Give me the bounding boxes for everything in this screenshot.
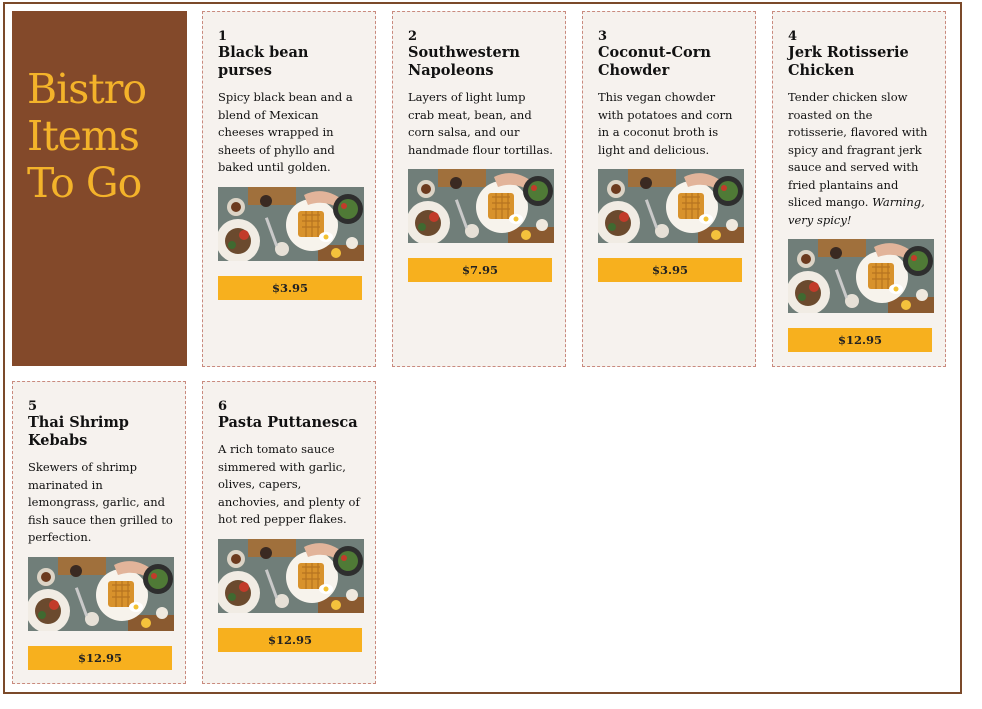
price-button[interactable]: $3.95	[218, 275, 362, 300]
item-description: Layers of light lump crab meat, bean, an…	[408, 89, 554, 159]
description-text: Spicy black bean and a blend of Mexican …	[218, 90, 353, 174]
price-button[interactable]: $12.95	[218, 627, 362, 652]
title-line: Bistro	[27, 65, 147, 113]
description-text: Layers of light lump crab meat, bean, an…	[408, 90, 553, 157]
description-text: This vegan chowder with potatoes and cor…	[598, 90, 733, 157]
hero-panel: Bistro Items To Go	[12, 11, 187, 366]
description-text: Skewers of shrimp marinated in lemongras…	[28, 460, 173, 544]
page-title: Bistro Items To Go	[27, 65, 147, 207]
food-photo-icon	[218, 538, 364, 613]
menu-card: 6 Pasta Puttanesca A rich tomato sauce s…	[202, 381, 376, 684]
price-button[interactable]: $12.95	[28, 645, 172, 670]
item-name: Jerk Rotisserie Chicken	[788, 44, 909, 79]
item-number: 1	[218, 29, 228, 44]
item-name: Black bean purses	[218, 44, 309, 79]
item-description: Skewers of shrimp marinated in lemongras…	[28, 459, 174, 547]
menu-card: 1 Black bean purses Spicy black bean and…	[202, 11, 376, 367]
menu-card: 2 Southwestern Napoleons Layers of light…	[392, 11, 566, 367]
item-number: 6	[218, 399, 228, 414]
item-name: Coconut-Corn Chowder	[598, 44, 711, 79]
price-button[interactable]: $3.95	[598, 258, 742, 282]
title-line: To Go	[27, 159, 142, 207]
food-photo-icon	[788, 239, 934, 313]
menu-card: 5 Thai Shrimp Kebabs Skewers of shrimp m…	[12, 381, 186, 684]
item-description: A rich tomato sauce simmered with garlic…	[218, 441, 364, 529]
item-description: Tender chicken slow roasted on the rotis…	[788, 89, 934, 229]
item-number: 2	[408, 29, 418, 44]
menu-card: 4 Jerk Rotisserie Chicken Tender chicken…	[772, 11, 946, 367]
item-description: This vegan chowder with potatoes and cor…	[598, 89, 744, 159]
price-button[interactable]: $12.95	[788, 328, 932, 352]
item-name: Pasta Puttanesca	[218, 414, 358, 431]
item-name: Southwestern Napoleons	[408, 44, 520, 79]
description-text: Tender chicken slow roasted on the rotis…	[788, 90, 928, 209]
item-number: 4	[788, 29, 798, 44]
item-description: Spicy black bean and a blend of Mexican …	[218, 89, 364, 177]
item-name: Thai Shrimp Kebabs	[28, 414, 129, 449]
food-photo-icon	[218, 186, 364, 261]
item-number: 5	[28, 399, 38, 414]
description-text: A rich tomato sauce simmered with garlic…	[218, 442, 360, 526]
food-photo-icon	[408, 169, 554, 243]
menu-card: 3 Coconut-Corn Chowder This vegan chowde…	[582, 11, 756, 367]
price-button[interactable]: $7.95	[408, 258, 552, 282]
item-number: 3	[598, 29, 608, 44]
food-photo-icon	[598, 169, 744, 243]
title-line: Items	[27, 112, 140, 160]
food-photo-icon	[28, 556, 174, 631]
